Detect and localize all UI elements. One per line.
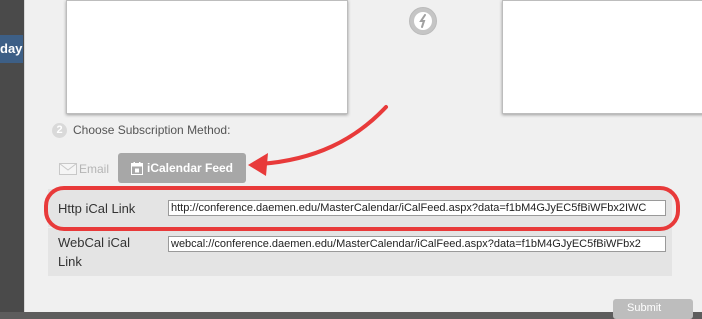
- webcal-ical-link-label: WebCal iCal Link: [58, 235, 131, 269]
- available-calendars-list[interactable]: [66, 0, 348, 114]
- icalendar-feed-button[interactable]: iCalendar Feed: [118, 153, 246, 183]
- email-envelope-icon: [59, 163, 77, 175]
- email-option-label: Email: [79, 162, 110, 176]
- subscription-method-step: 2 Choose Subscription Method:: [52, 122, 230, 138]
- selected-calendars-list[interactable]: [502, 0, 702, 114]
- http-ical-url-field[interactable]: http://conference.daemen.edu/MasterCalen…: [168, 200, 666, 216]
- subscribe-dialog: 2 Choose Subscription Method: Email iCal…: [24, 0, 702, 319]
- webcal-ical-link-row: WebCal iCal Link webcal://conference.dae…: [48, 228, 672, 276]
- calendar-day-tab[interactable]: day: [0, 35, 23, 63]
- calendar-icon: [130, 161, 143, 175]
- icalendar-feed-label: iCalendar Feed: [146, 161, 234, 175]
- http-ical-link-label: Http iCal Link: [58, 201, 136, 216]
- step-label: Choose Subscription Method:: [73, 123, 231, 137]
- email-option-button[interactable]: Email: [59, 160, 109, 178]
- http-ical-link-row: Http iCal Link http://conference.daemen.…: [48, 189, 672, 227]
- swap-icon[interactable]: [409, 7, 437, 35]
- webcal-ical-url-field[interactable]: webcal://conference.daemen.edu/MasterCal…: [168, 236, 666, 252]
- submit-button[interactable]: Submit: [613, 299, 693, 319]
- step-number-badge: 2: [52, 122, 67, 138]
